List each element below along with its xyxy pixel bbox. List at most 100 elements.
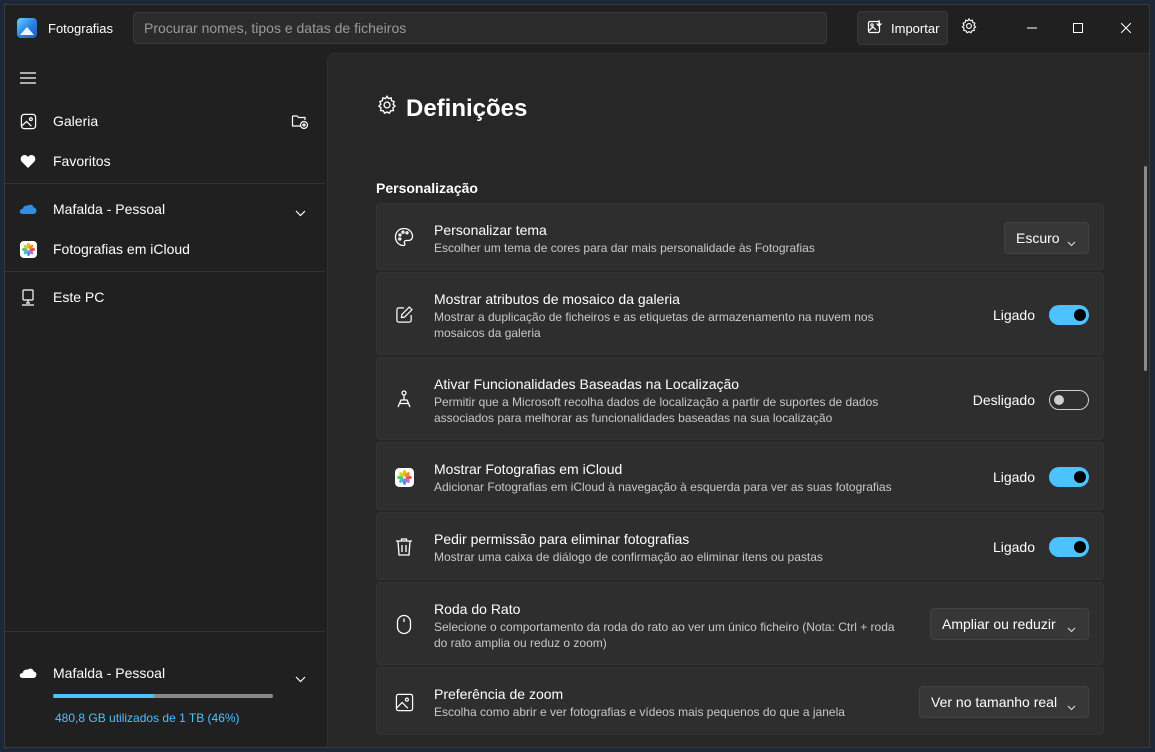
- mouse-icon: [393, 613, 415, 635]
- sidebar-item-galeria[interactable]: Galeria: [5, 102, 325, 140]
- mouse-wheel-dropdown[interactable]: Ampliar ou reduzir: [930, 608, 1089, 640]
- close-icon: [1120, 20, 1132, 38]
- gallery-icon: [19, 112, 37, 130]
- settings-button[interactable]: [953, 13, 985, 43]
- setting-description: Selecione o comportamento da roda do rat…: [434, 620, 895, 650]
- minimize-icon: [1027, 20, 1037, 38]
- zoom-dropdown[interactable]: Ver no tamanho real: [919, 686, 1089, 718]
- toggle-state-label: Ligado: [992, 307, 1035, 323]
- zoom-dropdown-value: Ver no tamanho real: [931, 694, 1058, 710]
- storage-usage-text: 480,8 GB utilizados de 1 TB (46%): [55, 711, 240, 725]
- sidebar-item-label: Galeria: [53, 113, 99, 129]
- sidebar-item-onedrive[interactable]: Mafalda - Pessoal: [5, 190, 325, 228]
- setting-card-zoom: Preferência de zoom Escolha como abrir e…: [376, 667, 1104, 735]
- gear-icon: [376, 94, 398, 123]
- setting-description: Permitir que a Microsoft recolha dados d…: [434, 395, 879, 425]
- title-bar: Fotografias Importar: [5, 5, 1149, 53]
- sidebar-divider: [5, 271, 325, 272]
- section-title: Personalização: [376, 180, 478, 196]
- sidebar-item-favoritos[interactable]: Favoritos: [5, 142, 325, 180]
- cloud-icon: [19, 664, 37, 682]
- photos-app-icon: [17, 18, 37, 38]
- location-toggle[interactable]: [1049, 390, 1089, 410]
- setting-card-tile-attributes: Mostrar atributos de mosaico da galeria …: [376, 272, 1104, 355]
- settings-page: Definições Personalização Personalizar t…: [327, 53, 1149, 747]
- trash-icon: [393, 536, 415, 558]
- import-button[interactable]: Importar: [857, 11, 948, 45]
- setting-description: Escolher um tema de cores para dar mais …: [434, 241, 815, 255]
- location-icon: [393, 388, 415, 410]
- sidebar-item-este-pc[interactable]: Este PC: [5, 278, 325, 316]
- tile-attributes-toggle[interactable]: [1049, 305, 1089, 325]
- setting-card-location: Ativar Funcionalidades Baseadas na Local…: [376, 357, 1104, 440]
- edit-icon: [393, 303, 415, 325]
- tile-attributes-toggle-group: Ligado: [993, 305, 1089, 325]
- setting-title: Ativar Funcionalidades Baseadas na Local…: [434, 376, 740, 392]
- location-toggle-group: Desligado: [973, 390, 1089, 410]
- sidebar-item-label: Este PC: [53, 289, 105, 305]
- app-title: Fotografias: [48, 21, 114, 36]
- setting-description: Adicionar Fotografias em iCloud à navega…: [434, 480, 892, 494]
- page-title: Definições: [376, 94, 527, 123]
- storage-account[interactable]: Mafalda - Pessoal: [5, 654, 325, 692]
- chevron-down-icon: [1067, 698, 1076, 714]
- setting-description: Mostrar uma caixa de diálogo de confirma…: [434, 550, 823, 564]
- add-folder-icon[interactable]: [291, 112, 309, 133]
- storage-progress-fill: [53, 694, 155, 698]
- chevron-down-icon: [1067, 620, 1076, 636]
- chevron-down-icon: [1067, 234, 1076, 250]
- icloud-photos-icon: [393, 466, 415, 488]
- toggle-state-label: Desligado: [972, 392, 1035, 408]
- chevron-down-icon[interactable]: [295, 204, 306, 220]
- storage-panel: Mafalda - Pessoal 480,8 GB utilizados de…: [5, 631, 325, 747]
- chevron-down-icon[interactable]: [295, 670, 306, 686]
- palette-icon: [393, 226, 415, 248]
- setting-title: Personalizar tema: [434, 222, 547, 238]
- toggle-state-label: Ligado: [992, 539, 1035, 555]
- gear-icon: [960, 17, 978, 40]
- pc-icon: [19, 288, 37, 306]
- setting-title: Pedir permissão para eliminar fotografia…: [434, 531, 690, 547]
- setting-description: Mostrar a duplicação de ficheiros e as e…: [434, 310, 874, 340]
- maximize-button[interactable]: [1055, 5, 1101, 53]
- icloud-toggle-group: Ligado: [993, 467, 1089, 487]
- search-input[interactable]: [133, 12, 827, 44]
- sidebar-item-label: Favoritos: [53, 153, 111, 169]
- setting-card-icloud: Mostrar Fotografias em iCloud Adicionar …: [376, 442, 1104, 510]
- storage-account-label: Mafalda - Pessoal: [53, 665, 166, 681]
- import-icon: [867, 19, 883, 38]
- storage-progress-bar: [53, 694, 273, 698]
- setting-card-mouse-wheel: Roda do Rato Selecione o comportamento d…: [376, 582, 1104, 665]
- sidebar-item-label: Mafalda - Pessoal: [53, 201, 166, 217]
- page-title-text: Definições: [406, 94, 528, 122]
- setting-card-delete-confirm: Pedir permissão para eliminar fotografia…: [376, 512, 1104, 580]
- setting-title: Roda do Rato: [434, 601, 521, 617]
- icloud-toggle[interactable]: [1049, 467, 1089, 487]
- setting-card-theme: Personalizar tema Escolher um tema de co…: [376, 203, 1104, 270]
- sidebar-item-label: Fotografias em iCloud: [53, 241, 190, 257]
- vertical-scrollbar[interactable]: [1144, 166, 1147, 371]
- maximize-icon: [1073, 20, 1083, 38]
- minimize-button[interactable]: [1009, 5, 1055, 53]
- hamburger-menu-icon[interactable]: [19, 71, 39, 87]
- setting-title: Mostrar atributos de mosaico da galeria: [434, 291, 680, 307]
- setting-title: Preferência de zoom: [434, 686, 564, 702]
- delete-confirm-toggle[interactable]: [1049, 537, 1089, 557]
- close-button[interactable]: [1103, 5, 1149, 53]
- delete-confirm-toggle-group: Ligado: [993, 537, 1089, 557]
- theme-dropdown[interactable]: Escuro: [1004, 222, 1089, 254]
- sidebar-divider: [5, 183, 325, 184]
- toggle-state-label: Ligado: [992, 469, 1035, 485]
- heart-icon: [19, 152, 37, 170]
- setting-title: Mostrar Fotografias em iCloud: [434, 461, 623, 477]
- theme-dropdown-value: Escuro: [1016, 230, 1060, 246]
- icloud-photos-icon: [19, 240, 37, 258]
- onedrive-icon: [19, 200, 37, 218]
- photos-window: Fotografias Importar: [4, 4, 1150, 748]
- mouse-wheel-dropdown-value: Ampliar ou reduzir: [942, 616, 1056, 632]
- setting-description: Escolha como abrir e ver fotografias e v…: [434, 705, 845, 719]
- sidebar-item-icloud[interactable]: Fotografias em iCloud: [5, 230, 325, 268]
- image-icon: [393, 691, 415, 713]
- import-label: Importar: [891, 20, 940, 36]
- sidebar: Galeria Favoritos Mafalda - Pessoal Foto…: [5, 53, 325, 747]
